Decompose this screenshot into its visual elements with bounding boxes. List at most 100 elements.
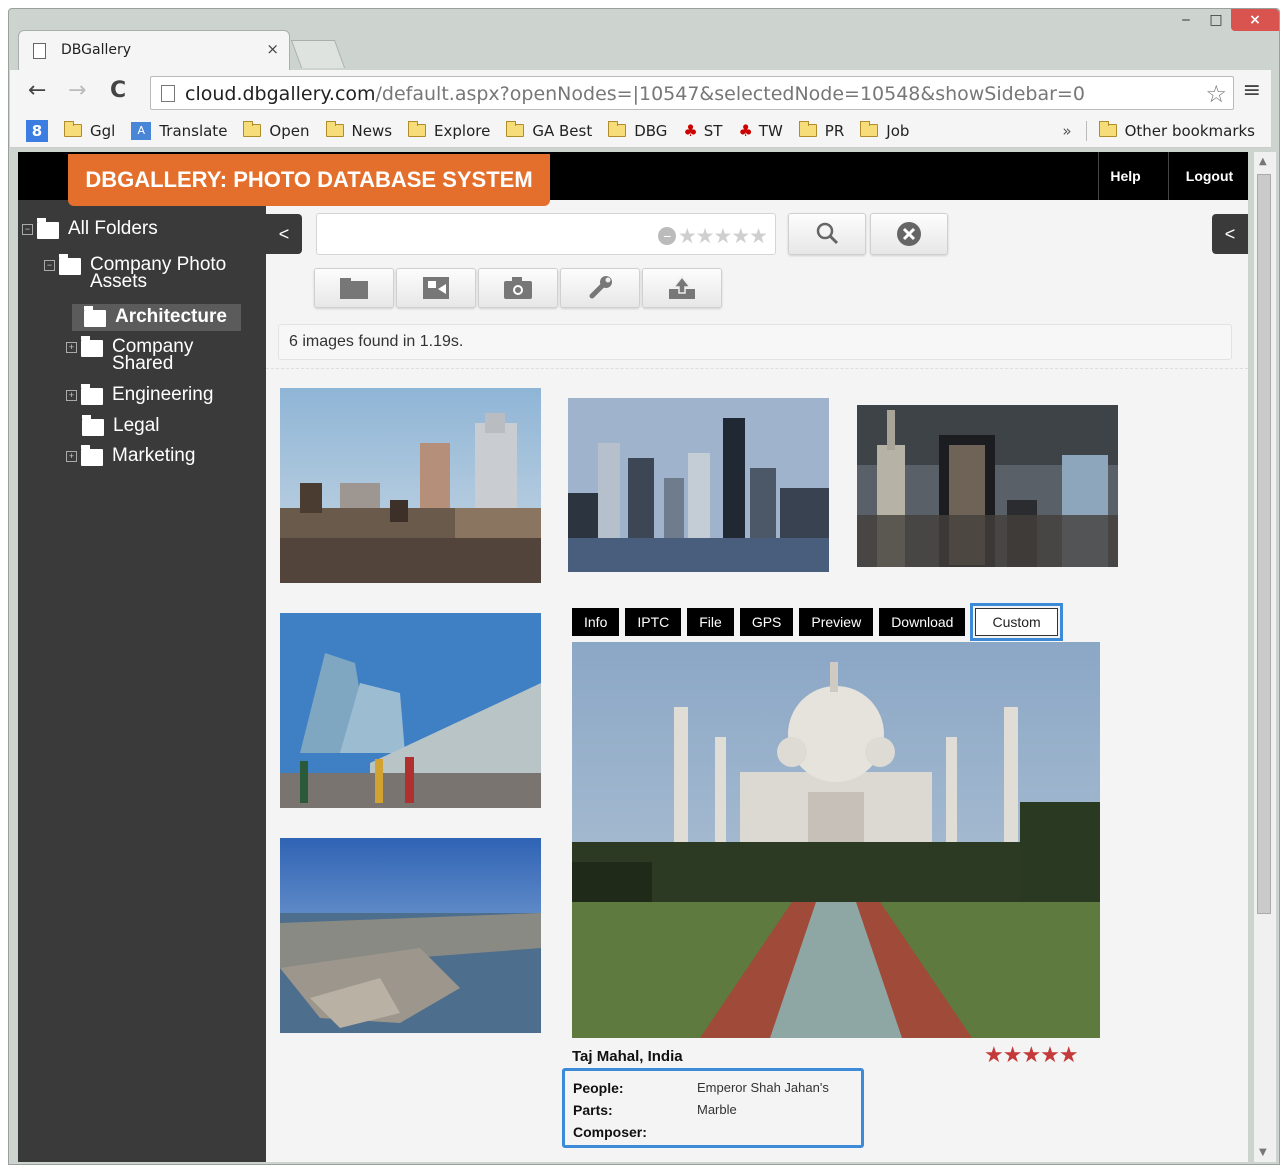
bookmark-dbg[interactable]: DBG (608, 121, 667, 140)
upload-icon (669, 275, 695, 299)
help-link[interactable]: Help (1098, 152, 1152, 200)
bookmark-ga-best[interactable]: GA Best (506, 121, 592, 140)
bookmark-pr[interactable]: PR (798, 121, 844, 140)
detail-tabs: Info IPTC File GPS Preview Download Cust… (572, 603, 1063, 641)
collapse-detail-button[interactable]: < (1212, 214, 1248, 254)
expand-icon[interactable]: + (66, 390, 77, 401)
clear-search-button[interactable] (870, 213, 948, 255)
bookmark-tw[interactable]: ♣ TW (738, 121, 782, 140)
google-plus-icon[interactable]: 8 (26, 119, 48, 142)
translate-icon: A (131, 121, 152, 140)
tools-button[interactable] (560, 268, 640, 308)
thumbnail-image[interactable] (568, 398, 829, 572)
page-scrollbar[interactable]: ▲ ▼ (1254, 152, 1276, 1162)
thumbnail-image[interactable] (280, 613, 541, 808)
collapse-sidebar-button[interactable]: < (266, 214, 302, 254)
window-controls: ‒ □ × (1171, 9, 1279, 39)
folder-icon (408, 121, 427, 137)
bookmark-explore[interactable]: Explore (408, 121, 490, 140)
upload-button[interactable] (642, 268, 722, 308)
tab-custom[interactable]: Custom (970, 603, 1063, 641)
tree-item-architecture[interactable]: Architecture (72, 304, 241, 331)
folder-icon (798, 121, 817, 137)
bookmark-ggl[interactable]: Ggl (64, 121, 115, 140)
slideshow-button[interactable] (396, 268, 476, 308)
search-icon (816, 222, 839, 245)
video-icon (423, 277, 449, 299)
bookmark-st[interactable]: ♣ ST (683, 121, 722, 140)
maximize-button[interactable]: □ (1201, 9, 1231, 31)
browser-tab[interactable]: DBGallery × (18, 30, 290, 70)
folder-icon (82, 415, 104, 436)
logout-link[interactable]: Logout (1168, 152, 1248, 200)
clear-icon (897, 222, 921, 246)
camera-icon (504, 277, 532, 299)
expand-icon[interactable]: + (66, 451, 77, 462)
bookmark-other[interactable]: Other bookmarks (1098, 121, 1255, 140)
bookmark-open[interactable]: Open (243, 121, 310, 140)
metadata-key: Composer: (573, 1124, 647, 1140)
tab-preview[interactable]: Preview (799, 608, 874, 636)
tree-item-all-folders[interactable]: − All Folders (22, 218, 158, 239)
custom-metadata-box: People: Emperor Shah Jahan's Parts: Marb… (562, 1068, 864, 1148)
tree-item-company-shared[interactable]: + Company Shared (66, 336, 193, 373)
folder-icon (506, 121, 525, 137)
tab-close-button[interactable]: × (266, 40, 279, 58)
folder-icon (243, 121, 262, 137)
tab-info[interactable]: Info (572, 608, 620, 636)
new-folder-button[interactable] (314, 268, 394, 308)
tab-file[interactable]: File (687, 608, 734, 636)
search-button[interactable] (788, 213, 866, 255)
tab-gps[interactable]: GPS (739, 608, 794, 636)
tree-item-legal[interactable]: Legal (82, 415, 160, 436)
menu-icon[interactable]: ≡ (1243, 78, 1261, 103)
metadata-value: Emperor Shah Jahan's (697, 1080, 829, 1095)
maple-leaf-icon: ♣ (738, 121, 753, 140)
tree-item-engineering[interactable]: + Engineering (66, 384, 213, 405)
close-window-button[interactable]: × (1231, 9, 1279, 31)
bookmark-translate[interactable]: A Translate (131, 121, 227, 140)
rating-filter[interactable]: − ★★★★★ (657, 224, 768, 249)
thumbnail-image[interactable] (280, 838, 541, 1033)
search-input[interactable]: − ★★★★★ (316, 213, 776, 255)
forward-button[interactable]: → (68, 78, 86, 103)
page-info-icon (161, 85, 175, 102)
tree-item-company-photo-assets[interactable]: − Company Photo Assets (44, 254, 226, 291)
folder-icon (608, 121, 627, 137)
expand-icon[interactable]: + (66, 342, 77, 353)
folder-icon (81, 445, 103, 466)
url-text: cloud.dbgallery.com/default.aspx?openNod… (185, 83, 1085, 105)
scroll-up-icon[interactable]: ▲ (1259, 156, 1267, 167)
bookmarks-bar: 8 Ggl A Translate Open News Explore GA Be… (10, 114, 1271, 148)
thumbnail-image[interactable] (280, 388, 541, 583)
bookmark-star-icon[interactable]: ☆ (1205, 80, 1227, 108)
bookmark-job[interactable]: Job (860, 121, 909, 140)
scroll-down-icon[interactable]: ▼ (1259, 1147, 1267, 1158)
page-icon (33, 43, 46, 59)
address-bar[interactable]: cloud.dbgallery.com/default.aspx?openNod… (150, 76, 1234, 110)
scroll-thumb[interactable] (1257, 174, 1271, 914)
bookmarks-overflow-button[interactable]: » (1062, 122, 1071, 140)
metadata-row-parts: Parts: Marble (573, 1099, 853, 1121)
maple-leaf-icon: ♣ (683, 121, 698, 140)
results-status: 6 images found in 1.19s. (278, 324, 1232, 360)
reload-button[interactable]: C (110, 78, 126, 103)
collapse-icon[interactable]: − (44, 260, 55, 271)
tab-iptc[interactable]: IPTC (625, 608, 682, 636)
minimize-button[interactable]: ‒ (1171, 9, 1201, 31)
browser-toolbar: ← → C cloud.dbgallery.com/default.aspx?o… (10, 70, 1271, 114)
metadata-key: People: (573, 1080, 624, 1096)
image-rating[interactable]: ★★★★★ (984, 1042, 1079, 1068)
thumbnail-image[interactable] (857, 405, 1118, 567)
tree-item-marketing[interactable]: + Marketing (66, 445, 195, 466)
back-button[interactable]: ← (28, 78, 46, 103)
metadata-value: Marble (697, 1102, 737, 1117)
add-photo-button[interactable] (478, 268, 558, 308)
preview-image[interactable] (572, 642, 1100, 1038)
collapse-icon[interactable]: − (22, 224, 33, 235)
clear-rating-icon[interactable]: − (657, 227, 676, 245)
folder-icon (860, 121, 879, 137)
bookmark-news[interactable]: News (325, 121, 392, 140)
tab-download[interactable]: Download (879, 608, 966, 636)
folder-sidebar: − All Folders − Company Photo Assets Arch… (18, 200, 266, 1162)
